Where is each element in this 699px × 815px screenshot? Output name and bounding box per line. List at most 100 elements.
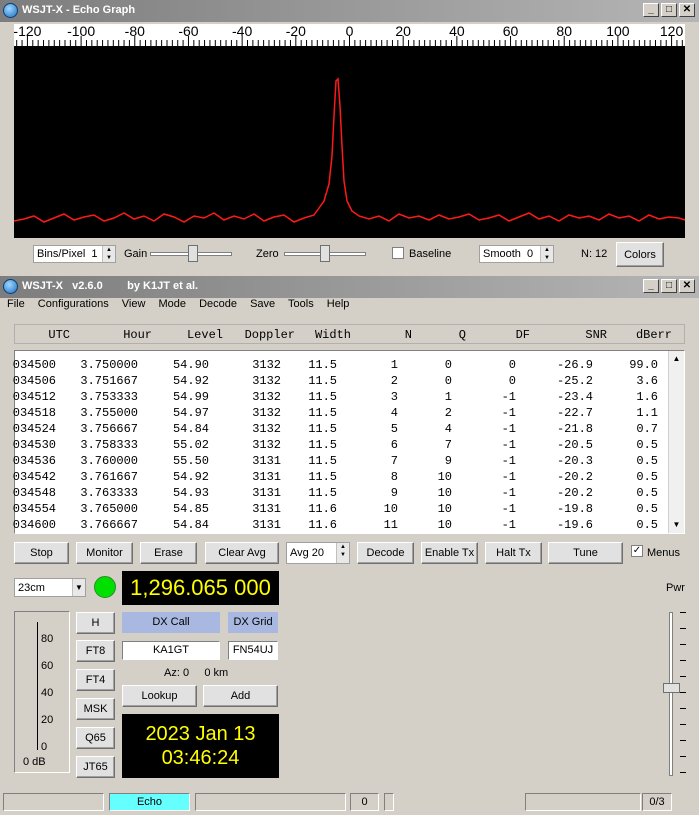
table-cell: 9 [390,486,398,500]
table-cell: 3.755000 [80,406,138,420]
table-cell: 034536 [12,454,56,468]
level-db-readout: 0 dB [23,756,46,768]
spin-arrows[interactable]: ▲ ▼ [336,543,349,563]
col-snr: SNR [585,328,607,342]
scroll-down-icon[interactable]: ▼ [669,517,684,533]
table-row[interactable]: 034530 3.758333 55.02 3132 11.5 6 7 -1 -20.5 0.5 [12,437,670,453]
table-scrollbar[interactable]: ▲ ▼ [668,351,684,533]
power-slider-handle[interactable] [663,683,680,693]
table-row[interactable]: 034506 3.751667 54.92 3132 11.5 2 0 0 -25.2 3.6 [13,373,670,389]
table-row[interactable]: 034554 3.765000 54.85 3131 11.6 10 10 -1 -19.8 0.… [13,501,670,517]
colors-button[interactable]: Colors [616,242,664,267]
table-cell: 0.7 [636,422,658,436]
dx-grid-label: DX Grid [228,612,278,633]
tune-button[interactable]: Tune [548,542,623,564]
zero-slider-handle[interactable] [320,245,330,262]
table-cell: -1 [501,502,516,516]
gain-slider-handle[interactable] [188,245,198,262]
halt-tx-button[interactable]: Halt Tx [485,542,542,564]
table-row[interactable]: 034524 3.756667 54.84 3132 11.5 5 4 -1 -21.8 0.7 [13,421,670,437]
mode-button-ft4[interactable]: FT4 [76,669,115,691]
menu-mode[interactable]: Mode [159,298,187,310]
monitor-button[interactable]: Monitor [76,542,133,564]
frequency-tick-label: 80 [556,24,572,39]
baseline-checkbox[interactable] [392,247,404,259]
echo-table[interactable]: 034500 3.750000 54.90 3132 11.5 1 0 0 -26.9 99.0 0… [12,350,685,534]
table-cell: 0 [508,374,516,388]
table-cell: 1.6 [636,390,658,404]
table-cell: 54.84 [172,422,209,436]
table-cell: -1 [501,470,516,484]
decode-button[interactable]: Decode [357,542,414,564]
table-row[interactable]: 034512 3.753333 54.99 3132 11.5 3 1 -1 -23.4 1.6 [13,389,670,405]
mode-button-jt65[interactable]: JT65 [76,756,115,778]
table-cell: 1 [444,390,452,404]
table-cell: 0.5 [636,454,658,468]
echo-window-titlebar[interactable]: WSJT-X - Echo Graph _ □ ✕ [0,0,699,22]
frequency-tick-label: -40 [232,24,252,39]
close-button[interactable]: ✕ [679,279,695,293]
menu-configurations[interactable]: Configurations [38,298,109,310]
minimize-button[interactable]: _ [643,3,659,17]
menu-help[interactable]: Help [327,298,350,310]
scroll-up-icon[interactable]: ▲ [669,351,684,367]
frequency-tick-label: -20 [286,24,306,39]
maximize-button[interactable]: □ [661,3,677,17]
lookup-button[interactable]: Lookup [122,685,197,707]
dx-grid-input[interactable]: FN54UJ [228,641,278,660]
mode-button-ft8[interactable]: FT8 [76,640,115,662]
mode-button-h[interactable]: H [76,612,115,634]
table-row[interactable]: 034548 3.763333 54.93 3131 11.5 9 10 -1 -20.2 0.5 [13,485,670,501]
frequency-tick-label: -100 [67,24,95,39]
menus-checkbox[interactable]: ✓ [631,545,643,557]
bins-per-pixel-spinbox[interactable]: Bins/Pixel 1 ▲ ▼ [33,245,116,263]
smooth-spinbox[interactable]: Smooth 0 ▲ ▼ [479,245,554,263]
add-button[interactable]: Add [203,685,278,707]
table-row[interactable]: 034518 3.755000 54.97 3132 11.5 4 2 -1 -22.7 1.1 [13,405,670,421]
menu-tools[interactable]: Tools [288,298,314,310]
table-row[interactable]: 034536 3.760000 55.50 3131 11.5 7 9 -1 -20.3 0.5 [12,453,670,469]
echo-table-rows: 034500 3.750000 54.90 3132 11.5 1 0 0 -26.9 99.0 0… [12,357,670,533]
frequency-tick-label: 120 [660,24,684,39]
chevron-down-icon[interactable]: ▼ [72,579,85,596]
menu-decode[interactable]: Decode [199,298,237,310]
maximize-button[interactable]: □ [661,279,677,293]
main-window-titlebar[interactable]: WSJT-X v2.6.0 by K1JT et al. _ □ ✕ [0,276,699,298]
mode-button-q65[interactable]: Q65 [76,727,115,749]
enable-tx-button[interactable]: Enable Tx [421,542,478,564]
table-cell: 3.6 [636,374,658,388]
stop-button[interactable]: Stop [14,542,69,564]
menu-view[interactable]: View [122,298,146,310]
wsjtx-app-icon [3,3,18,18]
menu-file[interactable]: File [7,298,25,310]
table-row[interactable]: 034542 3.761667 54.92 3131 11.5 8 10 -1 -20.2 0.5 [13,469,670,485]
table-row[interactable]: 034600 3.766667 54.84 3131 11.6 11 10 -1 -19.6 0.… [13,517,670,533]
dx-call-input[interactable]: KA1GT [122,641,220,660]
echo-trace-line [13,77,686,223]
frequency-tick-label: -80 [125,24,145,39]
spin-arrows[interactable]: ▲ ▼ [102,246,115,262]
frequency-display: 1,296.065 000 [122,571,279,605]
table-cell: 034530 [12,438,56,452]
menu-save[interactable]: Save [250,298,275,310]
band-combobox[interactable]: 23cm ▼ [14,578,86,597]
bins-value: 1 [91,248,98,260]
close-button[interactable]: ✕ [679,3,695,17]
table-cell: 2 [390,374,398,388]
col-n: N [404,328,412,342]
table-row[interactable]: 034500 3.750000 54.90 3132 11.5 1 0 0 -26.9 99.0 [12,357,670,373]
table-cell: 3131 [252,486,281,500]
az-distance-readout: Az: 0 0 km [164,667,229,679]
table-cell: 034500 [12,358,56,372]
avg-spinbox[interactable]: Avg 20 ▲ ▼ [286,542,350,564]
minimize-button[interactable]: _ [643,279,659,293]
level-tick-label: 40 [41,687,54,699]
table-cell: 0.5 [636,486,658,500]
erase-button[interactable]: Erase [140,542,197,564]
status-led [94,576,116,598]
clear-avg-button[interactable]: Clear Avg [205,542,279,564]
power-slider-track[interactable] [669,612,673,776]
spin-arrows[interactable]: ▲ ▼ [540,246,553,262]
mode-button-msk[interactable]: MSK [76,698,115,720]
menu-bar: File Configurations View Mode Decode Sav… [7,298,359,314]
